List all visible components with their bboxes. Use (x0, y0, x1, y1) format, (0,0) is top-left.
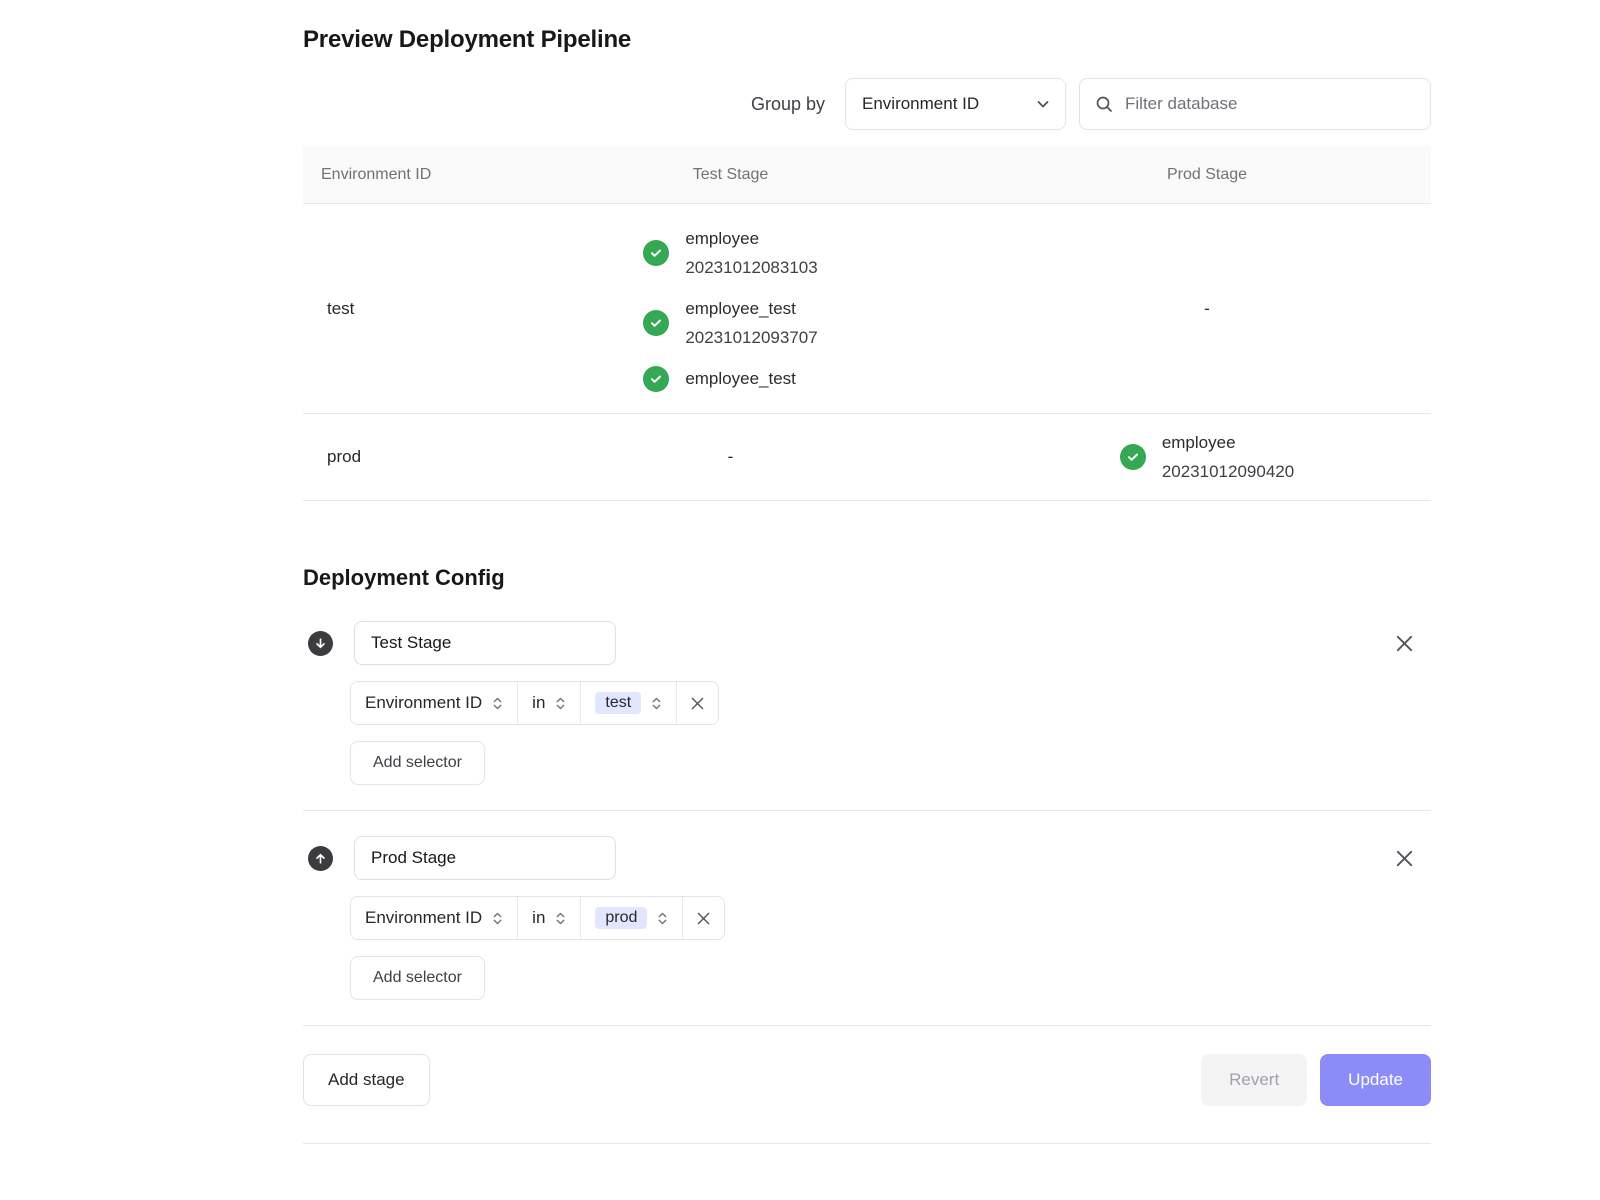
database-name: employee (1162, 428, 1294, 457)
pipeline-table: Environment ID Test Stage Prod Stage tes… (303, 146, 1431, 501)
environment-cell: test (303, 299, 478, 319)
stage-name-input[interactable] (354, 621, 616, 665)
toolbar: Group by Environment ID (303, 78, 1431, 130)
database-item[interactable]: employee_test (643, 364, 796, 393)
table-row: prod - employee 20231012090420 (303, 414, 1431, 501)
selector-operator-value: in (532, 908, 545, 928)
filter-database-input[interactable] (1079, 78, 1431, 130)
selector-key-select[interactable]: Environment ID (351, 682, 517, 724)
selector-value-select[interactable]: prod (580, 897, 682, 939)
selector-key-value: Environment ID (365, 908, 482, 928)
page: Preview Deployment Pipeline Group by Env… (303, 0, 1431, 1144)
database-version: 20231012083103 (685, 253, 817, 282)
prod-stage-cell: employee 20231012090420 (983, 414, 1431, 500)
arrow-up-circle-icon (308, 846, 333, 871)
success-check-icon (643, 310, 669, 336)
empty-placeholder: - (1204, 299, 1210, 319)
close-icon (1396, 635, 1413, 652)
divider (303, 1025, 1431, 1026)
stage-header (303, 836, 1431, 880)
table-row: test employee 20231012083103 employee_te… (303, 204, 1431, 414)
database-version: 20231012090420 (1162, 457, 1294, 486)
remove-selector-button[interactable] (682, 897, 724, 939)
column-header-environment-id: Environment ID (303, 166, 478, 184)
stage-prod: Environment ID in prod Add selector (303, 836, 1431, 1000)
selector-value-tag: prod (595, 907, 647, 929)
remove-stage-button[interactable] (1392, 846, 1417, 871)
stage-body: Environment ID in test Add selector (350, 681, 1431, 785)
divider (303, 810, 1431, 811)
close-icon (691, 697, 704, 710)
remove-stage-button[interactable] (1392, 631, 1417, 656)
table-header: Environment ID Test Stage Prod Stage (303, 146, 1431, 204)
group-by-value: Environment ID (862, 94, 979, 114)
database-list: employee 20231012090420 (1120, 414, 1294, 500)
close-icon (1396, 850, 1413, 867)
database-name: employee (685, 224, 817, 253)
close-icon (697, 912, 710, 925)
selector-operator-select[interactable]: in (517, 682, 580, 724)
selector-value-tag: test (595, 692, 641, 714)
success-check-icon (643, 240, 669, 266)
database-name: employee_test (685, 294, 817, 323)
database-version: 20231012093707 (685, 323, 817, 352)
selector-operator-select[interactable]: in (517, 897, 580, 939)
selector-key-select[interactable]: Environment ID (351, 897, 517, 939)
test-stage-cell: employee 20231012083103 employee_test 20… (478, 204, 983, 413)
empty-placeholder: - (728, 447, 734, 467)
remove-selector-button[interactable] (676, 682, 718, 724)
stage-header (303, 621, 1431, 665)
database-item[interactable]: employee 20231012083103 (643, 224, 817, 282)
column-header-prod-stage: Prod Stage (983, 166, 1431, 184)
group-by-label: Group by (751, 94, 825, 115)
selector-operator-value: in (532, 693, 545, 713)
database-item[interactable]: employee_test 20231012093707 (643, 294, 817, 352)
page-title: Preview Deployment Pipeline (303, 26, 1431, 54)
success-check-icon (643, 366, 669, 392)
selector-value-select[interactable]: test (580, 682, 676, 724)
chevron-up-down-icon (657, 910, 668, 927)
deployment-config-title: Deployment Config (303, 565, 1431, 591)
add-selector-button[interactable]: Add selector (350, 956, 485, 1000)
stage-body: Environment ID in prod Add selector (350, 896, 1431, 1000)
add-stage-button[interactable]: Add stage (303, 1054, 430, 1106)
chevron-up-down-icon (555, 910, 566, 927)
database-name: employee_test (685, 364, 796, 393)
update-button[interactable]: Update (1320, 1054, 1431, 1106)
chevron-up-down-icon (492, 910, 503, 927)
prod-stage-cell: - (983, 299, 1431, 319)
actions-bar: Add stage Revert Update (303, 1054, 1431, 1106)
stage-name-input[interactable] (354, 836, 616, 880)
arrow-down-circle-icon (308, 631, 333, 656)
environment-cell: prod (303, 447, 478, 467)
chevron-up-down-icon (492, 695, 503, 712)
filter-database-box (1079, 78, 1431, 130)
selector: Environment ID in prod (350, 896, 725, 940)
chevron-up-down-icon (651, 695, 662, 712)
selector: Environment ID in test (350, 681, 719, 725)
add-selector-button[interactable]: Add selector (350, 741, 485, 785)
stage-test: Environment ID in test Add selector (303, 621, 1431, 785)
chevron-up-down-icon (555, 695, 566, 712)
group-by-select[interactable]: Environment ID (845, 78, 1066, 130)
column-header-test-stage: Test Stage (478, 166, 983, 184)
database-list: employee 20231012083103 employee_test 20… (643, 204, 817, 413)
revert-button[interactable]: Revert (1201, 1054, 1307, 1106)
bottom-divider (303, 1143, 1431, 1144)
database-item[interactable]: employee 20231012090420 (1120, 428, 1294, 486)
selector-key-value: Environment ID (365, 693, 482, 713)
search-icon (1094, 94, 1114, 114)
chevron-down-icon (1035, 96, 1051, 112)
test-stage-cell: - (478, 447, 983, 467)
success-check-icon (1120, 444, 1146, 470)
